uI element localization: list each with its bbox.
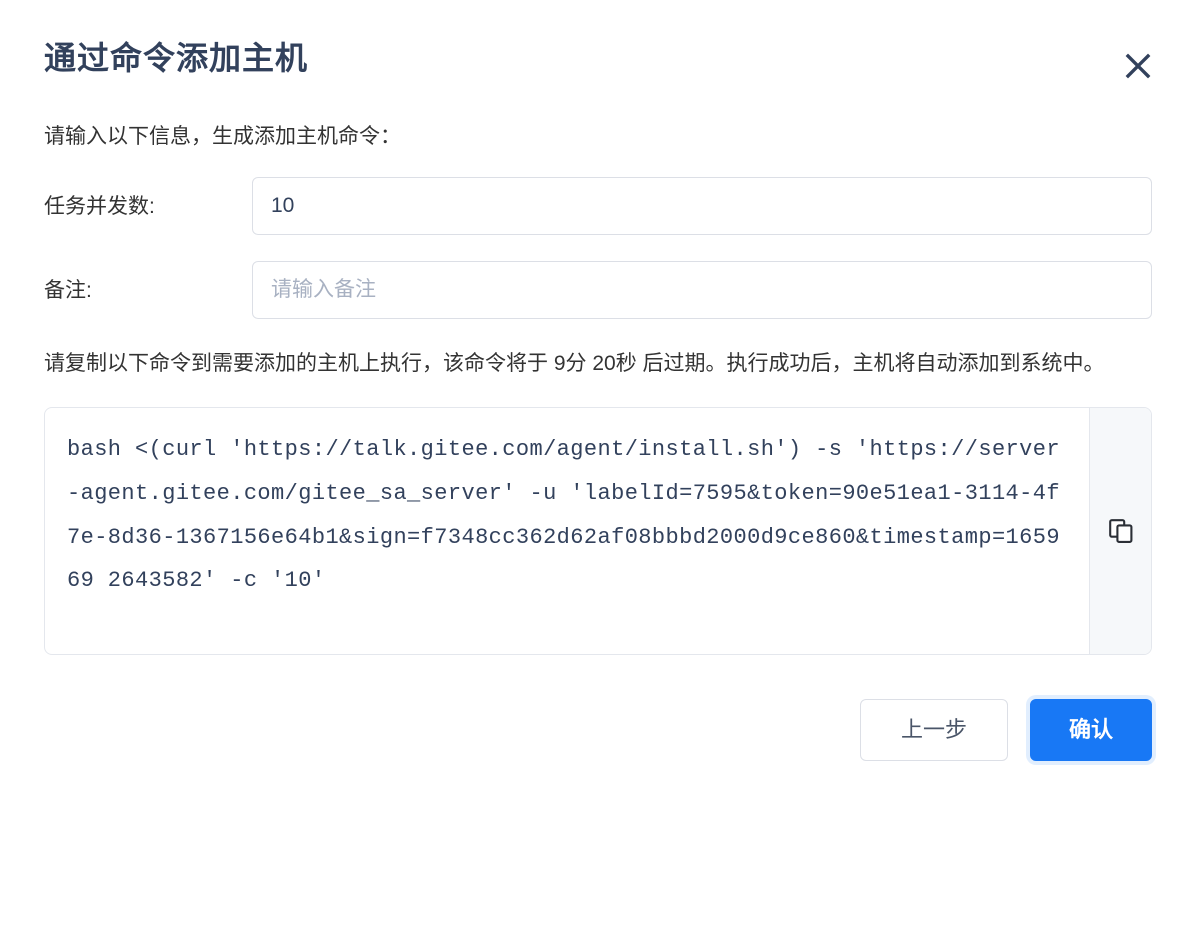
copy-command-button[interactable] [1089, 408, 1151, 655]
remark-input[interactable] [252, 261, 1152, 320]
remark-row: 备注: [44, 261, 1152, 320]
dialog-header: 通过命令添加主机 [44, 0, 1152, 110]
page-title: 通过命令添加主机 [44, 39, 309, 76]
command-text[interactable]: bash <(curl 'https://talk.gitee.com/agen… [45, 408, 1089, 654]
remark-label: 备注: [44, 278, 92, 302]
intro-text: 请输入以下信息，生成添加主机命令： [44, 125, 401, 148]
back-button[interactable]: 上一步 [860, 699, 1008, 762]
add-host-dialog: 通过命令添加主机 请输入以下信息，生成添加主机命令： 任务并发数: 备注: 请复… [0, 0, 1196, 926]
concurrency-row: 任务并发数: [44, 177, 1152, 236]
command-description: 请复制以下命令到需要添加的主机上执行，该命令将于 9分 20秒 后过期。执行成功… [44, 352, 1105, 376]
copy-icon [1108, 518, 1134, 544]
close-button[interactable] [1118, 46, 1158, 86]
dialog-footer: 上一步 确认 [44, 699, 1152, 762]
concurrency-input[interactable] [252, 177, 1152, 236]
confirm-button[interactable]: 确认 [1030, 699, 1152, 762]
close-icon [1123, 51, 1153, 81]
concurrency-label: 任务并发数: [44, 194, 155, 218]
command-code-block: bash <(curl 'https://talk.gitee.com/agen… [44, 407, 1152, 656]
